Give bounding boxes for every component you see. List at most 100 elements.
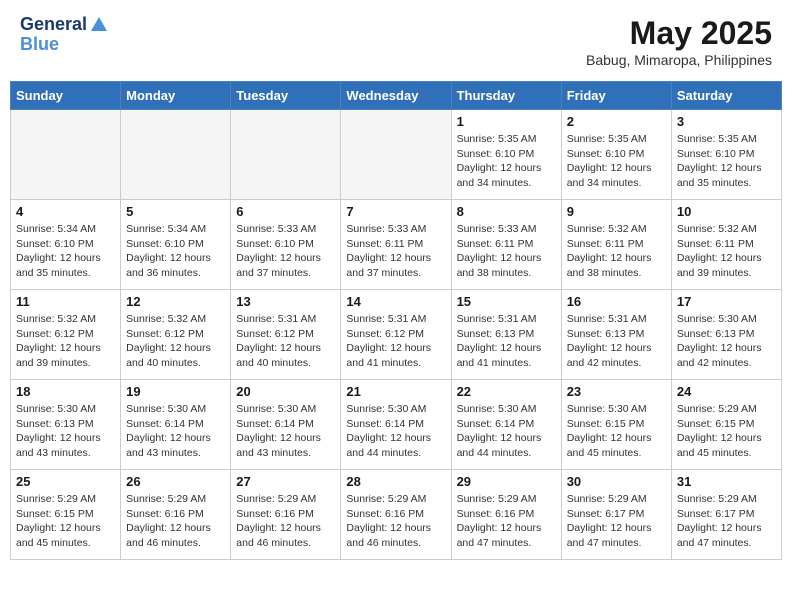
calendar-cell: 14 Sunrise: 5:31 AM Sunset: 6:12 PM Dayli…	[341, 290, 451, 380]
day-info: Sunrise: 5:29 AM Sunset: 6:15 PM Dayligh…	[677, 402, 776, 461]
day-number: 30	[567, 474, 666, 489]
week-row-4: 18 Sunrise: 5:30 AM Sunset: 6:13 PM Dayli…	[11, 380, 782, 470]
calendar-cell: 23 Sunrise: 5:30 AM Sunset: 6:15 PM Dayli…	[561, 380, 671, 470]
day-info: Sunrise: 5:32 AM Sunset: 6:12 PM Dayligh…	[126, 312, 225, 371]
calendar-cell: 5Sunrise: 5:34 AM Sunset: 6:10 PM Daylig…	[121, 200, 231, 290]
day-info: Sunrise: 5:30 AM Sunset: 6:14 PM Dayligh…	[236, 402, 335, 461]
calendar-cell: 28 Sunrise: 5:29 AM Sunset: 6:16 PM Dayli…	[341, 470, 451, 560]
day-number: 9	[567, 204, 666, 219]
day-info: Sunrise: 5:30 AM Sunset: 6:14 PM Dayligh…	[457, 402, 556, 461]
day-info: Sunrise: 5:30 AM Sunset: 6:14 PM Dayligh…	[126, 402, 225, 461]
week-row-5: 25 Sunrise: 5:29 AM Sunset: 6:15 PM Dayli…	[11, 470, 782, 560]
calendar-cell: 8 Sunrise: 5:33 AM Sunset: 6:11 PM Daylig…	[451, 200, 561, 290]
month-year-title: May 2025	[586, 15, 772, 52]
day-info: Sunrise: 5:33 AM Sunset: 6:11 PM Dayligh…	[457, 222, 556, 281]
calendar-cell: 4 Sunrise: 5:34 AM Sunset: 6:10 PM Daylig…	[11, 200, 121, 290]
weekday-header-wednesday: Wednesday	[341, 82, 451, 110]
day-info: Sunrise: 5:35 AM Sunset: 6:10 PM Dayligh…	[677, 132, 776, 191]
calendar-cell: 15 Sunrise: 5:31 AM Sunset: 6:13 PM Dayli…	[451, 290, 561, 380]
logo-text-general: General	[20, 15, 87, 35]
calendar-cell: 29 Sunrise: 5:29 AM Sunset: 6:16 PM Dayli…	[451, 470, 561, 560]
day-number: 10	[677, 204, 776, 219]
day-info: Sunrise: 5:33 AM Sunset: 6:11 PM Dayligh…	[346, 222, 445, 281]
weekday-header-tuesday: Tuesday	[231, 82, 341, 110]
day-info: Sunrise: 5:30 AM Sunset: 6:14 PM Dayligh…	[346, 402, 445, 461]
calendar-cell: 18 Sunrise: 5:30 AM Sunset: 6:13 PM Dayli…	[11, 380, 121, 470]
day-number: 2	[567, 114, 666, 129]
calendar-table: SundayMondayTuesdayWednesdayThursdayFrid…	[10, 81, 782, 560]
week-row-1: 1 Sunrise: 5:35 AM Sunset: 6:10 PM Daylig…	[11, 110, 782, 200]
calendar-cell: 7 Sunrise: 5:33 AM Sunset: 6:11 PM Daylig…	[341, 200, 451, 290]
day-info: Sunrise: 5:34 AM Sunset: 6:10 PM Dayligh…	[16, 222, 115, 281]
calendar-cell: 20Sunrise: 5:30 AM Sunset: 6:14 PM Dayli…	[231, 380, 341, 470]
day-info: Sunrise: 5:29 AM Sunset: 6:17 PM Dayligh…	[677, 492, 776, 551]
day-number: 18	[16, 384, 115, 399]
day-info: Sunrise: 5:29 AM Sunset: 6:16 PM Dayligh…	[236, 492, 335, 551]
day-info: Sunrise: 5:31 AM Sunset: 6:12 PM Dayligh…	[346, 312, 445, 371]
logo-icon	[89, 15, 109, 35]
day-number: 25	[16, 474, 115, 489]
day-number: 31	[677, 474, 776, 489]
title-block: May 2025 Babug, Mimaropa, Philippines	[586, 15, 772, 68]
calendar-cell	[231, 110, 341, 200]
calendar-cell: 11 Sunrise: 5:32 AM Sunset: 6:12 PM Dayli…	[11, 290, 121, 380]
calendar-cell: 6Sunrise: 5:33 AM Sunset: 6:10 PM Daylig…	[231, 200, 341, 290]
day-info: Sunrise: 5:30 AM Sunset: 6:13 PM Dayligh…	[677, 312, 776, 371]
day-number: 11	[16, 294, 115, 309]
calendar-header-row: SundayMondayTuesdayWednesdayThursdayFrid…	[11, 82, 782, 110]
day-number: 29	[457, 474, 556, 489]
day-info: Sunrise: 5:29 AM Sunset: 6:16 PM Dayligh…	[346, 492, 445, 551]
day-number: 1	[457, 114, 556, 129]
day-info: Sunrise: 5:29 AM Sunset: 6:17 PM Dayligh…	[567, 492, 666, 551]
day-info: Sunrise: 5:31 AM Sunset: 6:12 PM Dayligh…	[236, 312, 335, 371]
calendar-cell: 22 Sunrise: 5:30 AM Sunset: 6:14 PM Dayli…	[451, 380, 561, 470]
calendar-cell	[341, 110, 451, 200]
day-number: 14	[346, 294, 445, 309]
day-number: 8	[457, 204, 556, 219]
calendar-cell: 19 Sunrise: 5:30 AM Sunset: 6:14 PM Dayli…	[121, 380, 231, 470]
day-info: Sunrise: 5:30 AM Sunset: 6:15 PM Dayligh…	[567, 402, 666, 461]
calendar-cell: 2Sunrise: 5:35 AM Sunset: 6:10 PM Daylig…	[561, 110, 671, 200]
calendar-cell: 26 Sunrise: 5:29 AM Sunset: 6:16 PM Dayli…	[121, 470, 231, 560]
calendar-cell	[11, 110, 121, 200]
day-number: 4	[16, 204, 115, 219]
day-info: Sunrise: 5:33 AM Sunset: 6:10 PM Dayligh…	[236, 222, 335, 281]
day-number: 26	[126, 474, 225, 489]
weekday-header-saturday: Saturday	[671, 82, 781, 110]
day-info: Sunrise: 5:29 AM Sunset: 6:16 PM Dayligh…	[457, 492, 556, 551]
page-header: General Blue May 2025 Babug, Mimaropa, P…	[10, 10, 782, 73]
day-number: 21	[346, 384, 445, 399]
day-number: 15	[457, 294, 556, 309]
day-info: Sunrise: 5:31 AM Sunset: 6:13 PM Dayligh…	[457, 312, 556, 371]
calendar-cell: 9Sunrise: 5:32 AM Sunset: 6:11 PM Daylig…	[561, 200, 671, 290]
day-number: 13	[236, 294, 335, 309]
calendar-cell: 12 Sunrise: 5:32 AM Sunset: 6:12 PM Dayli…	[121, 290, 231, 380]
calendar-cell: 25 Sunrise: 5:29 AM Sunset: 6:15 PM Dayli…	[11, 470, 121, 560]
day-info: Sunrise: 5:32 AM Sunset: 6:11 PM Dayligh…	[677, 222, 776, 281]
logo-text-blue: Blue	[20, 35, 59, 55]
day-info: Sunrise: 5:32 AM Sunset: 6:12 PM Dayligh…	[16, 312, 115, 371]
day-number: 3	[677, 114, 776, 129]
day-number: 28	[346, 474, 445, 489]
calendar-cell: 16Sunrise: 5:31 AM Sunset: 6:13 PM Dayli…	[561, 290, 671, 380]
day-number: 24	[677, 384, 776, 399]
logo: General Blue	[20, 15, 109, 55]
calendar-cell: 3 Sunrise: 5:35 AM Sunset: 6:10 PM Daylig…	[671, 110, 781, 200]
calendar-cell: 21 Sunrise: 5:30 AM Sunset: 6:14 PM Dayli…	[341, 380, 451, 470]
weekday-header-monday: Monday	[121, 82, 231, 110]
day-number: 19	[126, 384, 225, 399]
calendar-cell: 13 Sunrise: 5:31 AM Sunset: 6:12 PM Dayli…	[231, 290, 341, 380]
day-info: Sunrise: 5:30 AM Sunset: 6:13 PM Dayligh…	[16, 402, 115, 461]
weekday-header-thursday: Thursday	[451, 82, 561, 110]
week-row-3: 11 Sunrise: 5:32 AM Sunset: 6:12 PM Dayli…	[11, 290, 782, 380]
calendar-cell: 1Sunrise: 5:35 AM Sunset: 6:10 PM Daylig…	[451, 110, 561, 200]
day-number: 22	[457, 384, 556, 399]
calendar-cell: 10 Sunrise: 5:32 AM Sunset: 6:11 PM Dayli…	[671, 200, 781, 290]
calendar-cell: 31 Sunrise: 5:29 AM Sunset: 6:17 PM Dayli…	[671, 470, 781, 560]
day-number: 23	[567, 384, 666, 399]
day-number: 27	[236, 474, 335, 489]
day-number: 7	[346, 204, 445, 219]
day-info: Sunrise: 5:29 AM Sunset: 6:15 PM Dayligh…	[16, 492, 115, 551]
day-number: 12	[126, 294, 225, 309]
day-info: Sunrise: 5:29 AM Sunset: 6:16 PM Dayligh…	[126, 492, 225, 551]
